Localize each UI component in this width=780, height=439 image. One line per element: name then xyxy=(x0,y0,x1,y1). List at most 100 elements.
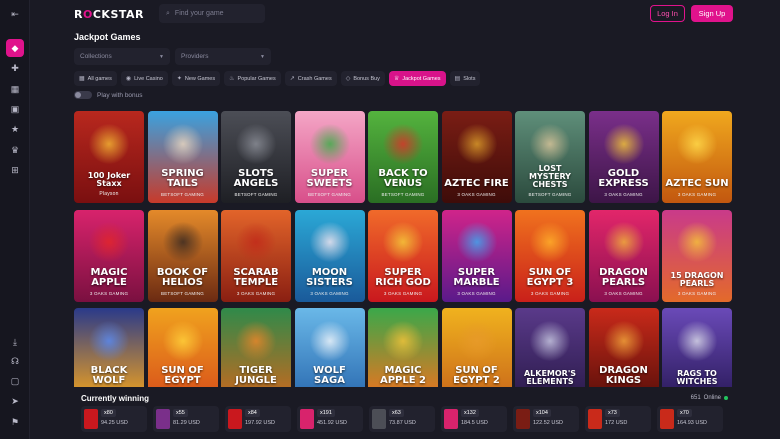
currently-winning: Currently winning 651 Online x80 94.25 US… xyxy=(74,390,732,439)
game-tile[interactable]: Slots Angels BETSOFT GAMING xyxy=(221,111,291,203)
game-provider: BETSOFT GAMING xyxy=(308,192,351,197)
game-artwork xyxy=(677,123,717,164)
game-tile[interactable]: Tiger Jungle3 OAKS GAMING xyxy=(221,308,291,387)
winning-item[interactable]: x73 172 USD xyxy=(585,406,651,432)
game-tile[interactable]: Sun of Egypt 23 OAKS GAMING xyxy=(441,308,512,387)
winning-game-thumbnail xyxy=(588,409,602,429)
download-icon[interactable]: ⤓ xyxy=(6,333,24,351)
search-input[interactable]: ⌕ Find your game xyxy=(159,4,265,23)
game-tile[interactable]: Spring Tails BETSOFT GAMING xyxy=(147,111,218,203)
home-icon[interactable]: ◆ xyxy=(6,39,24,57)
category-tab-label: Live Casino xyxy=(134,75,163,82)
game-title: Super Rich God xyxy=(375,266,431,288)
game-artwork xyxy=(383,222,423,263)
game-artwork xyxy=(236,222,276,263)
game-title: Wolf Saga xyxy=(313,365,346,386)
game-title: Black Wolf xyxy=(90,365,128,386)
game-artwork xyxy=(456,320,497,361)
category-tab-all-games[interactable]: ▦ All games xyxy=(74,71,117,86)
play-with-bonus-label: Play with bonus xyxy=(97,91,143,99)
game-artwork xyxy=(530,222,570,263)
grid-icon[interactable]: ▦ xyxy=(6,80,24,98)
category-tab-crash-games[interactable]: ↗ Crash Games xyxy=(284,71,337,86)
category-tab-popular-games[interactable]: ♨ Popular Games xyxy=(224,71,281,86)
winning-item[interactable]: x70 164.93 USD xyxy=(657,406,723,432)
rockstar-logo[interactable]: ROCKSTAR xyxy=(74,8,144,21)
game-artwork xyxy=(530,123,570,164)
game-provider: 3 OAKS GAMING xyxy=(236,290,276,296)
winning-item[interactable]: x84 197.92 USD xyxy=(225,406,291,432)
game-tile[interactable]: Wolf Saga3 OAKS GAMING xyxy=(294,308,365,387)
game-tile[interactable]: Super Rich God 3 OAKS GAMING xyxy=(368,209,438,302)
game-title: Aztec Fire xyxy=(444,178,509,189)
game-artwork xyxy=(677,320,717,361)
game-tile[interactable]: Moon Sisters 3 OAKS GAMING xyxy=(294,209,365,302)
collections-select[interactable]: Collections ▼ xyxy=(74,48,170,65)
cart-icon[interactable]: ⊞ xyxy=(6,161,24,179)
category-tab-jackpot-games[interactable]: ♕ Jackpot Games xyxy=(388,71,446,86)
winning-item[interactable]: x191 451.92 USD xyxy=(297,406,363,432)
game-tile[interactable]: Dragon Pearls 3 OAKS GAMING xyxy=(588,209,659,302)
games-grid: 100 Joker Staxx Playson Spring Tails BETSOF… xyxy=(74,111,732,387)
game-tile[interactable]: Lost Mystery Chests BETSOFT GAMING xyxy=(515,111,585,203)
game-tile[interactable]: Magic Apple 23 OAKS GAMING xyxy=(368,308,438,387)
category-tab-live-casino[interactable]: ◉ Live Casino xyxy=(120,71,168,86)
puzzle-icon[interactable]: ✚ xyxy=(6,59,24,77)
game-artwork xyxy=(89,123,129,164)
category-tab-label: Crash Games xyxy=(297,75,332,82)
game-title: Super Sweets xyxy=(306,168,353,189)
category-tab-slots[interactable]: ▤ Slots xyxy=(449,71,481,86)
square-icon[interactable]: ▢ xyxy=(6,372,24,390)
winning-amount: 197.92 USD xyxy=(245,420,275,426)
game-tile[interactable]: Super Marble 3 OAKS GAMING xyxy=(441,209,512,302)
winning-item[interactable]: x132 184.5 USD xyxy=(441,406,507,432)
game-tile[interactable]: Dragon Kings3 OAKS GAMING xyxy=(588,308,659,387)
game-tile[interactable]: Back to Venus BETSOFT GAMING xyxy=(368,111,438,203)
game-tile[interactable]: Scarab Temple 3 OAKS GAMING xyxy=(221,209,291,302)
game-tile[interactable]: 100 Joker Staxx Playson xyxy=(74,111,144,203)
diamond-icon: ◇ xyxy=(345,76,351,82)
signup-button[interactable]: Sign Up xyxy=(691,5,733,22)
fire-icon: ♨ xyxy=(229,76,235,82)
game-tile[interactable]: Sun of Egypt3 OAKS GAMING xyxy=(147,308,218,387)
game-provider: 3 OAKS GAMING xyxy=(604,290,643,296)
sidebar: ⇤ ◆ ✚ ▦ ▣ ★ ♛ ⊞ ⤓ ☊ ▢ ➤ ⚑ xyxy=(0,0,30,439)
online-counter: 651 Online xyxy=(691,395,728,401)
game-tile[interactable]: Aztec Sun 3 OAKS GAMING xyxy=(662,111,732,203)
chevron-down-icon: ▼ xyxy=(260,53,265,60)
category-tabs: ▦ All games ◉ Live Casino ✦ New Games ♨ Popular… xyxy=(74,71,481,86)
game-tile[interactable]: Alkemor's Elements3 OAKS GAMING xyxy=(515,308,585,387)
winning-item[interactable]: x104 122.52 USD xyxy=(513,406,579,432)
winning-multiplier: x132 xyxy=(461,409,479,417)
gift-icon[interactable]: ▣ xyxy=(6,100,24,118)
game-tile[interactable]: 15 Dragon Pearls 3 OAKS GAMING xyxy=(662,209,732,302)
play-with-bonus-toggle[interactable] xyxy=(74,91,92,99)
send-icon[interactable]: ➤ xyxy=(6,392,24,410)
game-tile[interactable]: Book of Helios BETSOFT GAMING xyxy=(147,209,218,302)
winning-item[interactable]: x80 94.25 USD xyxy=(81,406,147,432)
game-title: Sun of Egypt 2 xyxy=(453,365,500,386)
game-artwork xyxy=(603,222,644,263)
game-tile[interactable]: Sun of Egypt 3 3 OAKS GAMING xyxy=(515,209,585,302)
flag-icon[interactable]: ⚑ xyxy=(6,413,24,431)
category-tab-bonus-buy[interactable]: ◇ Bonus Buy xyxy=(340,71,385,86)
winning-item[interactable]: x55 81.29 USD xyxy=(153,406,219,432)
game-tile[interactable]: Gold Express 3 OAKS GAMING xyxy=(588,111,659,203)
game-tile[interactable]: Black Wolf3 OAKS GAMING xyxy=(74,308,144,387)
star-icon[interactable]: ★ xyxy=(6,120,24,138)
game-tile[interactable]: Magic Apple 3 OAKS GAMING xyxy=(74,209,144,302)
search-placeholder: Find your game xyxy=(174,10,224,17)
collapse-sidebar-icon[interactable]: ⇤ xyxy=(6,5,24,23)
providers-select[interactable]: Providers ▼ xyxy=(175,48,271,65)
category-tab-new-games[interactable]: ✦ New Games xyxy=(171,71,221,86)
support-icon[interactable]: ☊ xyxy=(6,352,24,370)
game-provider: 3 OAKS GAMING xyxy=(530,290,570,296)
game-provider: 3 OAKS GAMING xyxy=(457,290,496,296)
game-tile[interactable]: Rags to Witches3 OAKS GAMING xyxy=(662,308,732,387)
winning-item[interactable]: x63 73.87 USD xyxy=(369,406,435,432)
trophy-icon[interactable]: ♛ xyxy=(6,141,24,159)
game-tile[interactable]: Aztec Fire 3 OAKS GAMING xyxy=(441,111,512,203)
login-button[interactable]: Log In xyxy=(650,5,685,22)
game-tile[interactable]: Super Sweets BETSOFT GAMING xyxy=(294,111,365,203)
page-title: Jackpot Games xyxy=(74,32,141,42)
